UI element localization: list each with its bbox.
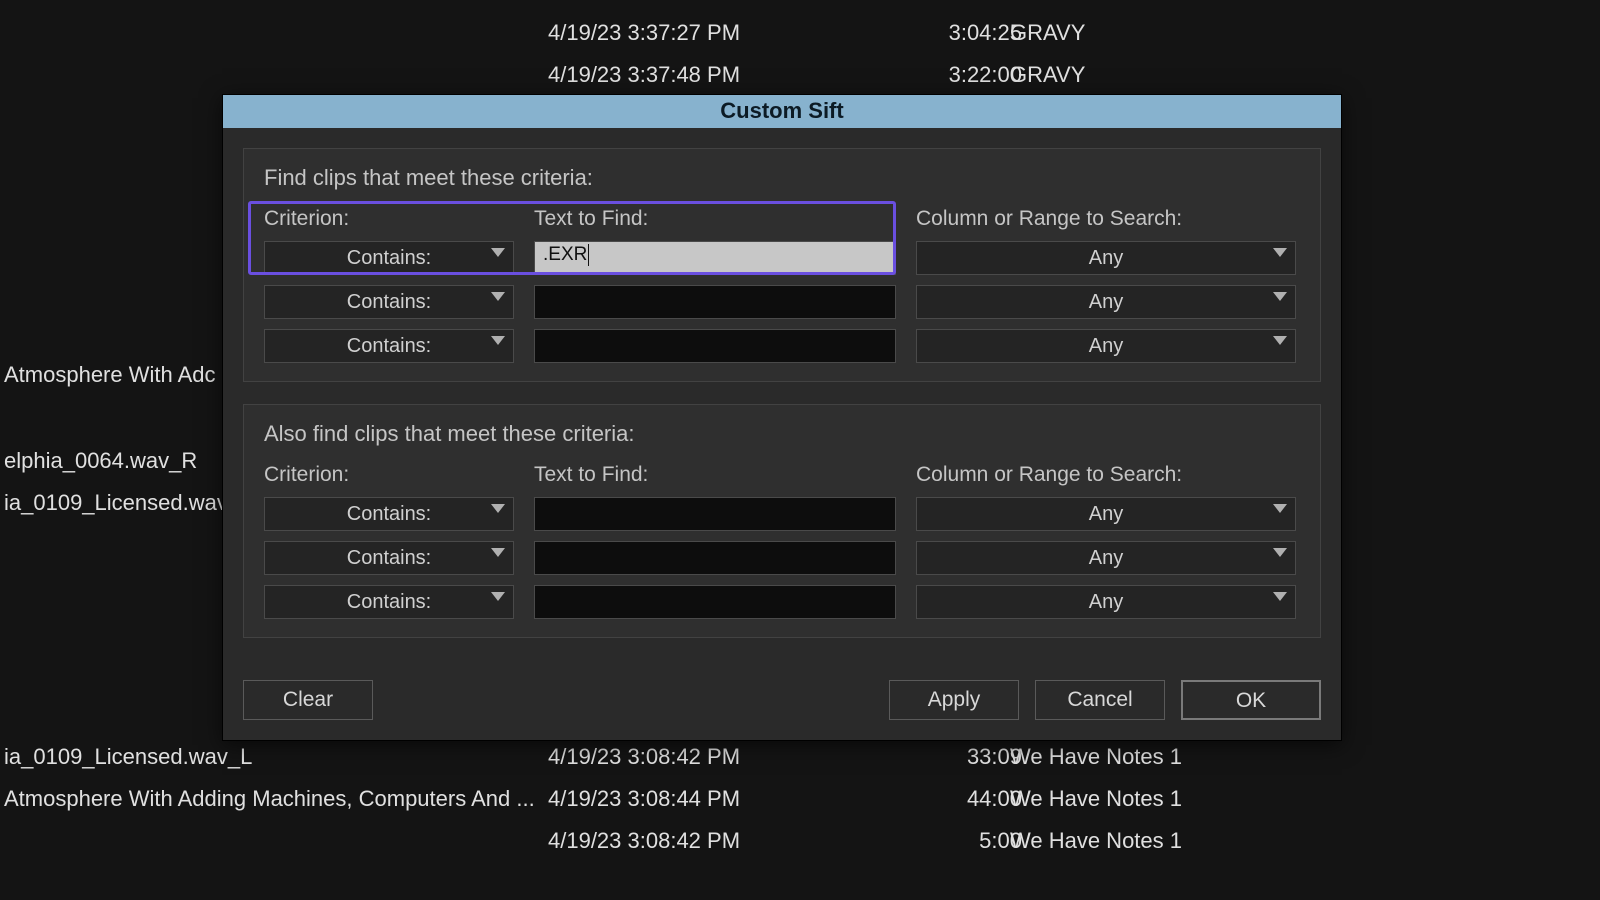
text-to-find-input[interactable]: .EXR <box>534 241 896 275</box>
column-range-dropdown[interactable]: Any <box>916 241 1296 275</box>
criteria-row: Contains: .EXR Any <box>264 241 1300 275</box>
clip-duration-cell: 3:04:25 <box>922 20 1022 46</box>
criterion-dropdown[interactable]: Contains: <box>264 541 514 575</box>
criteria-row: Contains: Any <box>264 541 1300 575</box>
criteria-row: Contains: Any <box>264 585 1300 619</box>
clip-bin-cell: We Have Notes 1 <box>1010 786 1310 812</box>
criterion-dropdown[interactable]: Contains: <box>264 329 514 363</box>
criterion-dropdown[interactable]: Contains: <box>264 585 514 619</box>
ok-button[interactable]: OK <box>1181 680 1321 720</box>
criterion-dropdown[interactable]: Contains: <box>264 285 514 319</box>
text-to-find-input[interactable] <box>534 497 896 531</box>
group-1-label: Find clips that meet these criteria: <box>264 165 1300 191</box>
text-to-find-input[interactable] <box>534 585 896 619</box>
text-cursor <box>588 244 589 266</box>
clip-time-cell: 4/19/23 3:37:48 PM <box>548 62 798 88</box>
clip-name-cell: ia_0109_Licensed.wav_L <box>4 744 544 770</box>
clip-row[interactable]: 4/19/23 3:37:27 PM 3:04:25GRAVY <box>0 12 1600 54</box>
column-range-dropdown[interactable]: Any <box>916 497 1296 531</box>
clip-row[interactable]: 4/19/23 3:08:42 PM 5:00We Have Notes 1 <box>0 820 1600 862</box>
clip-row[interactable]: Atmosphere With Adding Machines, Compute… <box>0 778 1600 820</box>
criteria-group-1: Find clips that meet these criteria: Cri… <box>243 148 1321 382</box>
criteria-group-2: Also find clips that meet these criteria… <box>243 404 1321 638</box>
column-range-dropdown[interactable]: Any <box>916 285 1296 319</box>
criteria-row: Contains: Any <box>264 329 1300 363</box>
custom-sift-dialog: Custom Sift Find clips that meet these c… <box>222 94 1342 741</box>
header-text-to-find: Text to Find: <box>534 207 896 231</box>
chevron-down-icon <box>1273 504 1287 513</box>
clip-duration-cell: 5:00 <box>922 828 1022 854</box>
chevron-down-icon <box>1273 292 1287 301</box>
clip-row[interactable]: ia_0109_Licensed.wav_L4/19/23 3:08:42 PM… <box>0 736 1600 778</box>
criterion-dropdown[interactable]: Contains: <box>264 241 514 275</box>
apply-button[interactable]: Apply <box>889 680 1019 720</box>
clip-row[interactable]: 4/19/23 3:37:48 PM 3:22:00GRAVY <box>0 54 1600 96</box>
clip-bin-cell: We Have Notes 1 <box>1010 828 1310 854</box>
chevron-down-icon <box>1273 548 1287 557</box>
criteria-row: Contains: Any <box>264 285 1300 319</box>
chevron-down-icon <box>491 248 505 257</box>
chevron-down-icon <box>491 548 505 557</box>
group-2-label: Also find clips that meet these criteria… <box>264 421 1300 447</box>
header-criterion: Criterion: <box>264 207 514 231</box>
clear-button[interactable]: Clear <box>243 680 373 720</box>
cancel-button[interactable]: Cancel <box>1035 680 1165 720</box>
clip-bin-cell: We Have Notes 1 <box>1010 744 1310 770</box>
text-to-find-input[interactable] <box>534 541 896 575</box>
dialog-titlebar: Custom Sift <box>223 95 1341 128</box>
dialog-body: Find clips that meet these criteria: Cri… <box>223 128 1341 680</box>
clip-duration-cell: 44:00 <box>922 786 1022 812</box>
criteria-headers-2: Criterion: Text to Find: Column or Range… <box>264 463 1300 487</box>
header-text-to-find: Text to Find: <box>534 463 896 487</box>
header-column-range: Column or Range to Search: <box>916 463 1296 487</box>
chevron-down-icon <box>491 504 505 513</box>
clip-time-cell: 4/19/23 3:08:44 PM <box>548 786 798 812</box>
header-criterion: Criterion: <box>264 463 514 487</box>
clip-bin-cell: GRAVY <box>1010 62 1310 88</box>
chevron-down-icon <box>491 292 505 301</box>
chevron-down-icon <box>491 592 505 601</box>
dialog-button-row: Clear Apply Cancel OK <box>243 680 1321 740</box>
column-range-dropdown[interactable]: Any <box>916 585 1296 619</box>
clip-bin-cell: GRAVY <box>1010 20 1310 46</box>
chevron-down-icon <box>1273 336 1287 345</box>
clip-time-cell: 4/19/23 3:37:27 PM <box>548 20 798 46</box>
clip-duration-cell: 3:22:00 <box>922 62 1022 88</box>
criterion-dropdown[interactable]: Contains: <box>264 497 514 531</box>
chevron-down-icon <box>1273 248 1287 257</box>
clip-duration-cell: 33:09 <box>922 744 1022 770</box>
clip-time-cell: 4/19/23 3:08:42 PM <box>548 828 798 854</box>
criteria-headers-1: Criterion: Text to Find: Column or Range… <box>264 207 1300 231</box>
text-to-find-input[interactable] <box>534 329 896 363</box>
chevron-down-icon <box>1273 592 1287 601</box>
column-range-dropdown[interactable]: Any <box>916 541 1296 575</box>
chevron-down-icon <box>491 336 505 345</box>
clip-time-cell: 4/19/23 3:08:42 PM <box>548 744 798 770</box>
criteria-row: Contains: Any <box>264 497 1300 531</box>
clip-name-cell: Atmosphere With Adding Machines, Compute… <box>4 786 544 812</box>
column-range-dropdown[interactable]: Any <box>916 329 1296 363</box>
header-column-range: Column or Range to Search: <box>916 207 1296 231</box>
text-to-find-input[interactable] <box>534 285 896 319</box>
